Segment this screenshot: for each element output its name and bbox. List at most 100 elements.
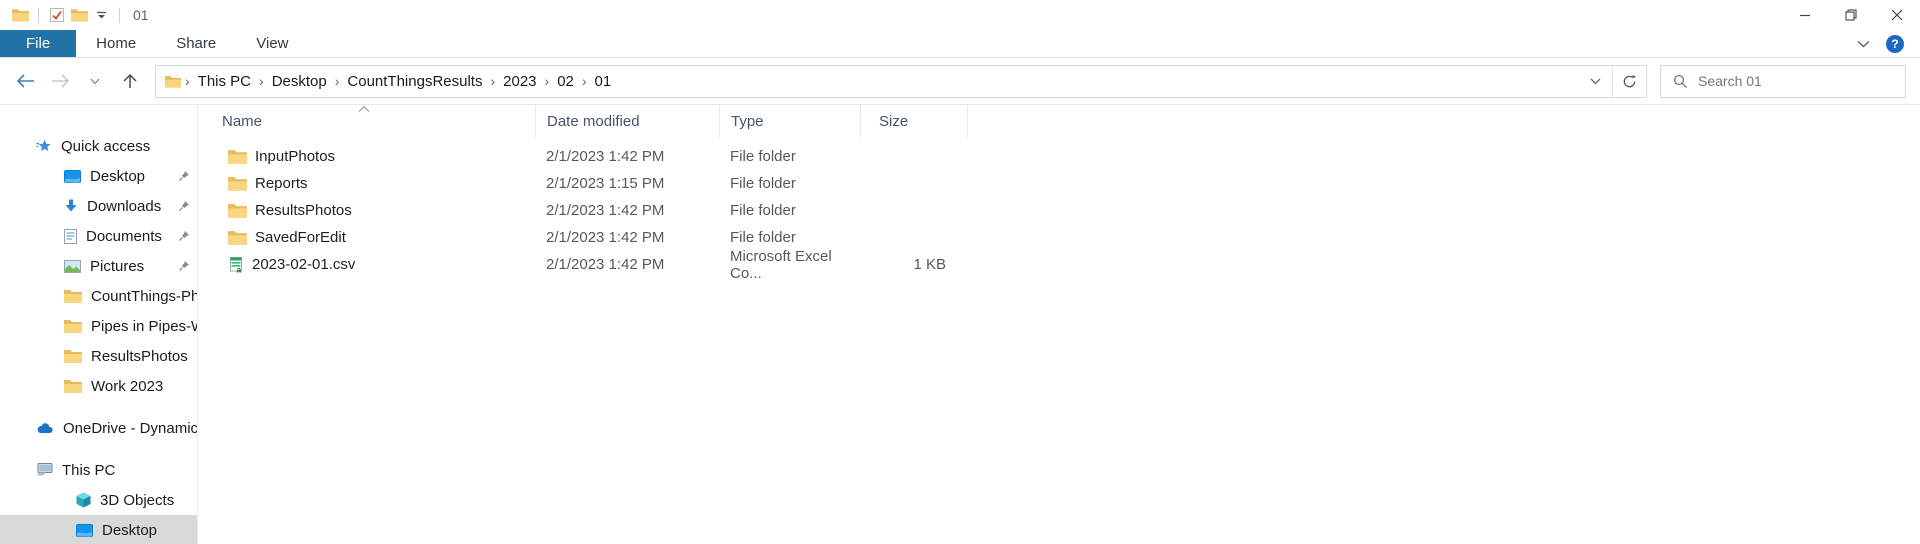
- sidebar-item-label: Documents: [86, 228, 162, 245]
- sidebar-item-3d-objects[interactable]: 3D Objects: [0, 485, 197, 515]
- pin-icon: [178, 200, 190, 212]
- tab-share[interactable]: Share: [156, 30, 236, 57]
- forward-button[interactable]: [49, 69, 71, 93]
- sidebar-group-gap: [0, 443, 197, 455]
- onedrive-cloud-icon: [36, 422, 54, 434]
- sidebar-item-label: Quick access: [61, 138, 150, 155]
- sidebar-item-quick-access[interactable]: Quick access: [0, 131, 197, 161]
- folder-icon: [228, 149, 247, 164]
- up-button[interactable]: [119, 69, 141, 93]
- file-type: File folder: [719, 148, 860, 165]
- help-button[interactable]: ?: [1886, 35, 1904, 53]
- sidebar-item-label: 3D Objects: [100, 492, 174, 509]
- folder-icon: [64, 379, 82, 393]
- table-row[interactable]: InputPhotos 2/1/2023 1:42 PM File folder: [198, 143, 1920, 170]
- sidebar-group-gap: [0, 401, 197, 413]
- computer-icon: [36, 463, 53, 477]
- tab-view[interactable]: View: [236, 30, 308, 57]
- sidebar-item-this-pc[interactable]: This PC: [0, 455, 197, 485]
- breadcrumb-item-02[interactable]: 02: [549, 73, 582, 90]
- address-bar[interactable]: › This PC › Desktop › CountThingsResults…: [155, 65, 1647, 98]
- file-date-modified: 2/1/2023 1:42 PM: [535, 256, 719, 273]
- sidebar-item-label: CountThings-Photos: [91, 288, 197, 305]
- pin-icon: [178, 170, 190, 182]
- file-name: 2023-02-01.csv: [252, 256, 355, 273]
- table-row[interactable]: a 2023-02-01.csv 2/1/2023 1:42 PM Micros…: [198, 251, 1920, 278]
- qat-check-icon[interactable]: [46, 4, 68, 26]
- sidebar-item-pictures[interactable]: Pictures: [0, 251, 197, 281]
- sidebar-item-onedrive[interactable]: OneDrive - Dynamic ': [0, 413, 197, 443]
- sidebar-item-label: This PC: [62, 462, 115, 479]
- folder-icon: [64, 319, 82, 333]
- picture-icon: [64, 260, 81, 273]
- table-row[interactable]: ResultsPhotos 2/1/2023 1:42 PM File fold…: [198, 197, 1920, 224]
- file-date-modified: 2/1/2023 1:42 PM: [535, 148, 719, 165]
- sidebar-item-work-2023[interactable]: Work 2023: [0, 371, 197, 401]
- 3d-cube-icon: [76, 492, 91, 508]
- breadcrumb-item-2023[interactable]: 2023: [495, 73, 544, 90]
- file-type: File folder: [719, 229, 860, 246]
- expand-ribbon-chevron-icon[interactable]: [1857, 40, 1870, 48]
- file-size: 1 KB: [860, 256, 968, 273]
- excel-csv-icon: a: [228, 257, 244, 273]
- breadcrumb-item-desktop[interactable]: Desktop: [264, 73, 335, 90]
- file-date-modified: 2/1/2023 1:42 PM: [535, 202, 719, 219]
- downloads-arrow-icon: [64, 199, 78, 213]
- recent-locations-chevron-icon[interactable]: [84, 69, 106, 93]
- sidebar-item-label: Downloads: [87, 198, 161, 215]
- file-rows: InputPhotos 2/1/2023 1:42 PM File folder…: [198, 137, 1920, 278]
- sidebar-item-label: Pictures: [90, 258, 144, 275]
- restore-button[interactable]: [1828, 0, 1874, 30]
- sidebar-item-documents[interactable]: Documents: [0, 221, 197, 251]
- window-folder-icon: [9, 4, 31, 26]
- sidebar-item-desktop[interactable]: Desktop: [0, 161, 197, 191]
- search-input[interactable]: [1698, 73, 1868, 89]
- folder-icon: [64, 349, 82, 363]
- column-header-size[interactable]: Size: [860, 105, 968, 137]
- table-row[interactable]: Reports 2/1/2023 1:15 PM File folder: [198, 170, 1920, 197]
- pin-icon: [178, 230, 190, 242]
- minimize-button[interactable]: [1782, 0, 1828, 30]
- sidebar-item-label: Pipes in Pipes-Wind: [91, 318, 197, 335]
- back-button[interactable]: [14, 69, 36, 93]
- file-name: InputPhotos: [255, 148, 335, 165]
- sidebar-item-label: OneDrive - Dynamic ': [63, 420, 197, 437]
- tab-home[interactable]: Home: [76, 30, 156, 57]
- column-header-type[interactable]: Type: [719, 105, 860, 137]
- tab-file[interactable]: File: [0, 30, 76, 57]
- sidebar-item-label: ResultsPhotos: [91, 348, 188, 365]
- breadcrumb: › This PC › Desktop › CountThingsResults…: [156, 73, 1578, 90]
- navigation-toolbar: › This PC › Desktop › CountThingsResults…: [0, 58, 1920, 105]
- qat-divider: [38, 8, 39, 23]
- folder-icon: [228, 230, 247, 245]
- window-title: 01: [133, 7, 149, 23]
- column-header-date-modified[interactable]: Date modified: [535, 105, 719, 137]
- close-button[interactable]: [1874, 0, 1920, 30]
- sidebar-item-pipes-in-pipes[interactable]: Pipes in Pipes-Wind: [0, 311, 197, 341]
- refresh-button[interactable]: [1612, 66, 1646, 97]
- main-area: Quick access Desktop Downloads Doc: [0, 105, 1920, 544]
- navigation-pane: Quick access Desktop Downloads Doc: [0, 105, 197, 544]
- breadcrumb-item-01[interactable]: 01: [587, 73, 620, 90]
- search-icon: [1673, 74, 1688, 89]
- caption-buttons: [1782, 0, 1920, 30]
- file-list-pane: Name Date modified Type Size InputPhotos…: [198, 105, 1920, 544]
- pin-icon: [178, 260, 190, 272]
- qat-customize-chevron-icon[interactable]: [90, 4, 112, 26]
- breadcrumb-item-this-pc[interactable]: This PC: [190, 73, 259, 90]
- document-icon: [64, 229, 77, 244]
- address-dropdown-chevron-icon[interactable]: [1578, 66, 1612, 97]
- qat-divider: [119, 8, 120, 23]
- table-row[interactable]: SavedForEdit 2/1/2023 1:42 PM File folde…: [198, 224, 1920, 251]
- breadcrumb-item-countthingsresults[interactable]: CountThingsResults: [339, 73, 490, 90]
- sidebar-item-label: Work 2023: [91, 378, 163, 395]
- qat-new-folder-icon[interactable]: [68, 4, 90, 26]
- search-box[interactable]: [1660, 65, 1906, 98]
- sidebar-item-desktop-thispc[interactable]: Desktop: [0, 515, 197, 544]
- file-date-modified: 2/1/2023 1:42 PM: [535, 229, 719, 246]
- desktop-icon: [64, 170, 81, 183]
- sidebar-item-resultsphotos[interactable]: ResultsPhotos: [0, 341, 197, 371]
- sidebar-item-downloads[interactable]: Downloads: [0, 191, 197, 221]
- svg-text:a: a: [237, 264, 242, 272]
- sidebar-item-countthings-photos[interactable]: CountThings-Photos: [0, 281, 197, 311]
